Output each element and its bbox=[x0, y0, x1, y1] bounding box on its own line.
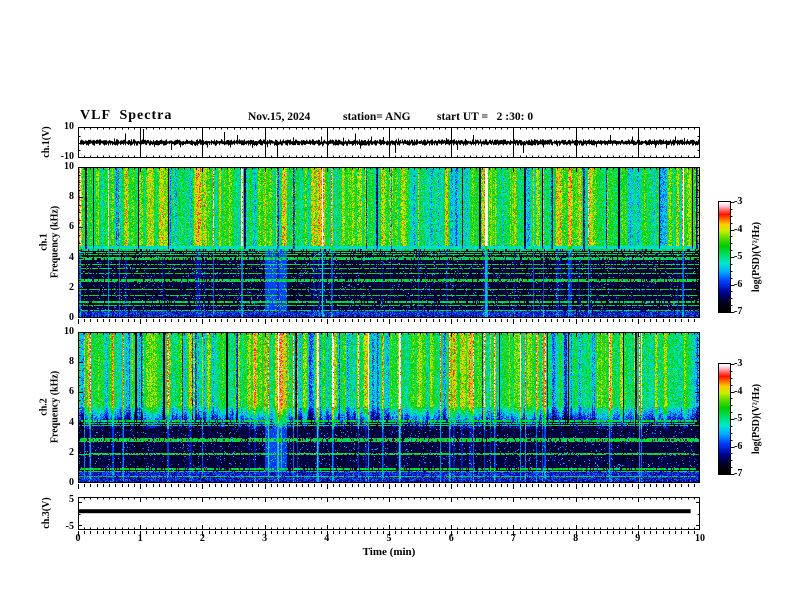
ch2-spec-ytick: 6 bbox=[69, 386, 74, 398]
ch1-spec-ylabel: ch.1 Frequency (kHz) bbox=[38, 205, 61, 279]
ch1-spec-ytick: 8 bbox=[69, 191, 74, 203]
colorbar1-tick: -4 bbox=[734, 223, 743, 235]
colorbar2-tick: -6 bbox=[734, 440, 743, 452]
station-label: station= ANG bbox=[343, 111, 411, 123]
colorbar2-tick: -5 bbox=[734, 413, 743, 424]
ch2-spec-ylabel: ch.2 Frequency (kHz) bbox=[38, 370, 61, 444]
ch1-spec-ytick: 2 bbox=[69, 281, 74, 293]
ch1-wave-ytick: 10 bbox=[64, 121, 74, 132]
ch3-waveform-canvas bbox=[78, 497, 700, 530]
ch2-spec-ytick: 0 bbox=[69, 477, 74, 488]
x-tick-label: 3 bbox=[262, 533, 268, 544]
ch2-spec-ytick: 10 bbox=[64, 326, 74, 337]
ch2-spec-ytick: 2 bbox=[69, 446, 74, 458]
colorbar1-tick: -6 bbox=[734, 278, 743, 290]
axis-ticks-strip bbox=[78, 319, 700, 326]
x-tick-label: 5 bbox=[386, 533, 392, 544]
x-tick-label: 0 bbox=[75, 533, 81, 544]
colorbar2-tick: -4 bbox=[734, 385, 743, 397]
ch1-spectrogram-canvas bbox=[78, 167, 700, 318]
axis-ticks-strip bbox=[78, 484, 700, 491]
ch2-spec-ylabel-line2: Frequency (kHz) bbox=[49, 370, 60, 444]
x-tick-label: 6 bbox=[448, 533, 454, 544]
vlf-spectra-figure: VLF Spectra Nov.15, 2024 station= ANG st… bbox=[0, 0, 792, 612]
ch1-waveform-canvas bbox=[78, 127, 700, 158]
x-axis-title: Time (min) bbox=[362, 546, 416, 558]
ch1-spec-ytick: 4 bbox=[69, 251, 74, 263]
x-tick-label: 2 bbox=[199, 533, 205, 544]
x-tick-label: 10 bbox=[695, 533, 705, 544]
x-tick-label: 1 bbox=[137, 533, 143, 544]
ch2-spec-ytick: 4 bbox=[69, 416, 74, 428]
x-tick-label: 4 bbox=[324, 533, 330, 544]
x-tick-label: 9 bbox=[635, 533, 641, 544]
ch1-spec-ytick: 10 bbox=[64, 161, 74, 172]
figure-title: VLF Spectra bbox=[80, 108, 173, 123]
colorbar2-tick: -3 bbox=[734, 358, 743, 369]
colorbar1-tick: -3 bbox=[734, 196, 743, 207]
ch2-spec-ytick: 8 bbox=[69, 356, 74, 368]
colorbar2-label: log(PSD)(V²/Hz) bbox=[750, 383, 762, 455]
ch1-spec-ytick: 0 bbox=[69, 312, 74, 323]
ch1-spec-ylabel-line1: ch.1 bbox=[38, 233, 50, 251]
start-ut-label: start UT = 2 :30: 0 bbox=[437, 111, 534, 123]
colorbar1-tick: -7 bbox=[734, 306, 743, 317]
ch2-spectrogram-canvas bbox=[78, 332, 700, 483]
ch1-spec-ylabel-line2: Frequency (kHz) bbox=[49, 205, 60, 279]
ch3-wave-ytick: -5 bbox=[65, 521, 74, 532]
x-tick-label: 8 bbox=[573, 533, 579, 544]
figure-date: Nov.15, 2024 bbox=[248, 111, 311, 123]
ch3-wave-ytick: 5 bbox=[69, 494, 74, 505]
colorbar2-tick: -7 bbox=[734, 468, 743, 479]
x-tick-label: 7 bbox=[510, 533, 516, 544]
ch2-spec-ylabel-line1: ch.2 bbox=[38, 398, 50, 416]
ch1-spec-ytick: 6 bbox=[69, 221, 74, 233]
colorbar1-label: log(PSD)(V²/Hz) bbox=[750, 221, 762, 293]
colorbar1-tick: -5 bbox=[734, 251, 743, 262]
